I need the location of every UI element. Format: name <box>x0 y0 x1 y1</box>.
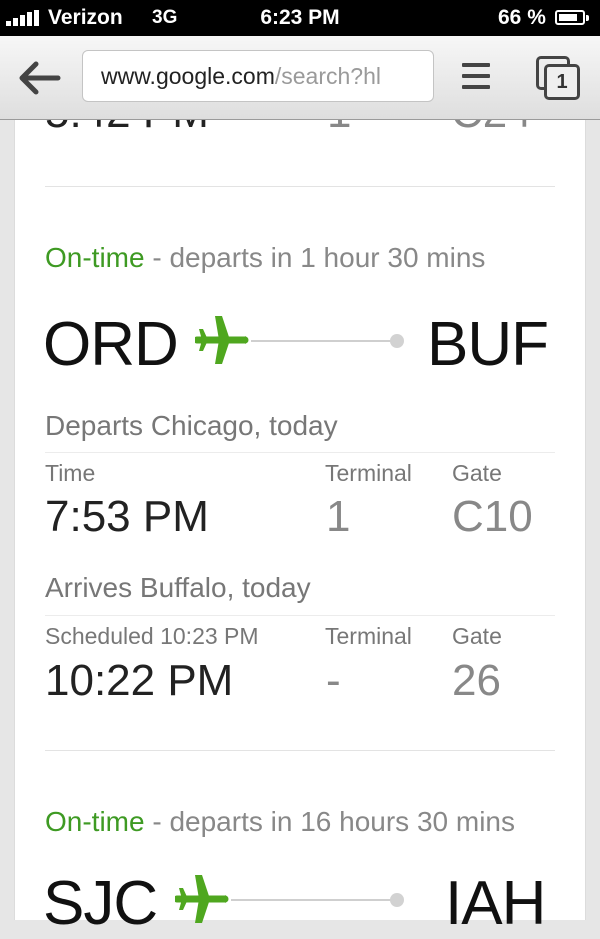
departs-in-label: - departs in 16 hours 30 mins <box>144 806 515 837</box>
route-line <box>251 340 397 342</box>
divider <box>45 615 555 616</box>
airplane-icon <box>193 314 251 371</box>
origin-code: ORD <box>43 310 179 379</box>
departure-terminal: 1 <box>326 492 351 541</box>
departure-gate-label: Gate <box>452 460 502 486</box>
departure-time-label: Time <box>45 460 96 486</box>
route-endpoint <box>390 334 404 348</box>
departure-gate: C10 <box>452 492 533 541</box>
browser-toolbar: www.google.com/search?hl 1 <box>0 36 600 120</box>
menu-icon[interactable] <box>462 61 490 91</box>
departs-in-label: - departs in 1 hour 30 mins <box>144 242 486 273</box>
battery-icon <box>555 10 589 25</box>
on-time-label: On-time <box>45 806 145 837</box>
url-path: /search?hl <box>274 63 381 89</box>
route-endpoint <box>390 893 404 907</box>
tab-count: 1 <box>544 64 580 100</box>
next-destination-code: IAH <box>445 869 546 938</box>
status-bar: Verizon 3G 6:23 PM 66 % <box>0 0 600 36</box>
airplane-icon <box>173 873 231 930</box>
departure-time: 7:53 PM <box>45 492 209 541</box>
address-bar[interactable]: www.google.com/search?hl <box>82 50 434 102</box>
url-host: www.google.com <box>101 63 275 89</box>
next-flight-status: On-time - departs in 16 hours 30 mins <box>45 806 515 838</box>
divider <box>45 186 555 187</box>
next-origin-code: SJC <box>43 869 158 938</box>
scheduled-arrival-label: Scheduled 10:23 PM <box>45 623 259 649</box>
arrives-heading: Arrives Buffalo, today <box>45 572 311 603</box>
tabs-icon[interactable]: 1 <box>536 56 582 102</box>
battery-percent: 66 % <box>498 6 546 29</box>
arrival-time: 10:22 PM <box>45 656 234 705</box>
arrival-gate: 26 <box>452 656 501 705</box>
divider <box>45 750 555 751</box>
flight-status: On-time - departs in 1 hour 30 mins <box>45 242 485 274</box>
arrival-terminal: - <box>326 656 341 705</box>
destination-code: BUF <box>427 310 549 379</box>
route-line <box>231 899 397 901</box>
on-time-label: On-time <box>45 242 145 273</box>
flight-results: 5:42 PM 1 C24 On-time - departs in 1 hou… <box>14 88 586 938</box>
divider <box>45 452 555 453</box>
arrival-terminal-label: Terminal <box>325 623 412 649</box>
departure-terminal-label: Terminal <box>325 460 412 486</box>
back-arrow-icon[interactable] <box>18 58 62 98</box>
departs-heading: Departs Chicago, today <box>45 410 338 441</box>
arrival-gate-label: Gate <box>452 623 502 649</box>
